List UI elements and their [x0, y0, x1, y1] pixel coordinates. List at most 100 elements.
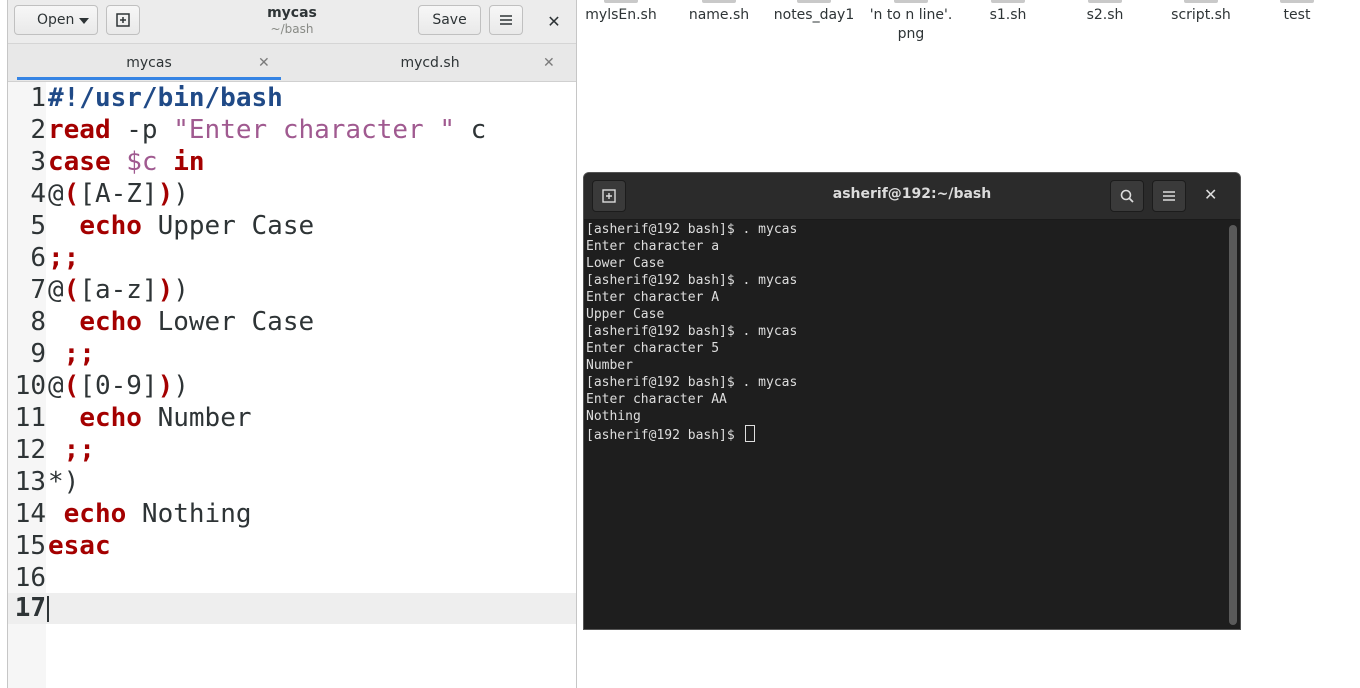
tab-close-icon[interactable]: ✕ [543, 55, 555, 71]
close-icon[interactable]: ✕ [541, 8, 567, 34]
keyword: ;; [63, 435, 95, 465]
code-segment: @ [48, 275, 64, 305]
code-text: read -p "Enter character " c [48, 114, 486, 146]
file-icon [797, 0, 831, 3]
window-title: mycas ~/bash [208, 4, 376, 37]
file-label: test [1283, 7, 1311, 23]
file-icon [604, 0, 638, 3]
code-text: @([0-9])) [48, 370, 189, 402]
file-label: script.sh [1171, 7, 1231, 23]
desktop-file-test[interactable]: test [1249, 0, 1345, 25]
menu-button[interactable] [489, 5, 523, 35]
paren: ( [63, 275, 80, 305]
desktop-file-mylsen[interactable]: mylsEn.sh [573, 0, 669, 25]
menu-button[interactable] [1152, 180, 1186, 212]
code-segment: [A-Z] [79, 179, 158, 209]
terminal-line: Enter character a [586, 239, 720, 254]
terminal-scrollbar[interactable] [1229, 225, 1237, 625]
terminal-line: Enter character A [586, 290, 720, 305]
terminal-output[interactable]: [asherif@192 bash]$ . mycas Enter charac… [586, 221, 1226, 629]
save-button[interactable]: Save [418, 5, 481, 35]
code-line: 5 echo Upper Case [8, 210, 576, 242]
tab-mycd[interactable]: mycd.sh [295, 44, 565, 82]
code-line: 13 *) [8, 466, 576, 498]
code-segment: [a-z] [79, 275, 158, 305]
header-bar: Open mycas ~/bash Save ✕ [8, 0, 576, 44]
terminal-prompt-line: [asherif@192 bash]$ [586, 425, 1226, 443]
line-number: 17 [14, 593, 46, 623]
code-text: ;; [48, 338, 95, 370]
code-segment: [0-9] [79, 371, 158, 401]
line-number: 6 [30, 243, 46, 273]
string-literal: "Enter character " [173, 115, 456, 145]
new-tab-button[interactable] [592, 180, 626, 212]
open-label: Open [37, 12, 75, 28]
code-line: 3 case $c in [8, 146, 576, 178]
paren: ) [157, 275, 174, 305]
code-text: esac [48, 531, 111, 561]
terminal-line: Nothing [586, 409, 641, 424]
terminal-header: asherif@192:~/bash ✕ [584, 173, 1240, 220]
code-text: ;; [48, 434, 95, 466]
code-text: @([A-Z])) [48, 178, 189, 210]
desktop-file-name[interactable]: name.sh [671, 0, 767, 25]
tab-close-icon[interactable]: ✕ [258, 55, 270, 71]
line-number: 3 [30, 147, 46, 177]
code-text: echo Nothing [48, 498, 252, 530]
line-number: 13 [14, 467, 46, 497]
text-caret [47, 596, 49, 622]
code-segment: Upper Case [141, 211, 315, 241]
variable: $c [110, 147, 158, 177]
code-line: 15 esac [8, 530, 576, 562]
code-line: 8 echo Lower Case [8, 306, 576, 338]
code-text: echo Number [48, 402, 252, 434]
keyword: echo [79, 403, 142, 433]
paren: ) [157, 371, 174, 401]
terminal-line: Number [586, 358, 633, 373]
gedit-window: Open mycas ~/bash Save ✕ mycas ✕ mycd.sh… [7, 0, 577, 688]
new-tab-button[interactable] [106, 5, 140, 35]
terminal-line: Upper Case [586, 307, 665, 322]
tab-bar: mycas ✕ mycd.sh ✕ [8, 44, 576, 82]
paren: ( [63, 371, 80, 401]
desktop-file-s1[interactable]: s1.sh [960, 0, 1056, 25]
code-editor[interactable]: 1 #!/usr/bin/bash 2 read -p "Enter charact… [8, 82, 576, 688]
file-label: s1.sh [989, 7, 1027, 23]
file-icon [991, 0, 1025, 3]
file-label: notes_day1 [773, 7, 855, 23]
code-text: echo Lower Case [48, 306, 314, 338]
code-line: 10 @([0-9])) [8, 370, 576, 402]
code-segment: Number [141, 403, 252, 433]
line-number: 2 [30, 115, 46, 145]
paren: ) [157, 179, 174, 209]
code-line: 14 echo Nothing [8, 498, 576, 530]
code-line: 2 read -p "Enter character " c [8, 114, 576, 146]
file-label: name.sh [688, 7, 750, 23]
hamburger-icon [500, 15, 512, 25]
file-icon [702, 0, 736, 3]
hamburger-icon [1163, 191, 1175, 201]
terminal-cursor [744, 425, 755, 442]
open-button[interactable]: Open [14, 5, 98, 35]
desktop-file-png[interactable]: 'n to n line'. png [863, 0, 959, 44]
desktop-file-notes[interactable]: notes_day1 [766, 0, 862, 25]
terminal-line: [asherif@192 bash]$ . mycas [586, 273, 798, 288]
search-button[interactable] [1110, 180, 1144, 212]
code-line: 12 ;; [8, 434, 576, 466]
document-path: ~/bash [270, 22, 314, 36]
line-number: 10 [14, 371, 46, 401]
keyword: echo [79, 307, 142, 337]
code-segment: ) [173, 179, 189, 209]
desktop-file-script[interactable]: script.sh [1153, 0, 1249, 25]
line-number: 14 [14, 499, 46, 529]
code-line: 7 @([a-z])) [8, 274, 576, 306]
close-icon[interactable]: ✕ [1204, 185, 1217, 204]
desktop-file-s2[interactable]: s2.sh [1057, 0, 1153, 25]
file-label: s2.sh [1086, 7, 1124, 23]
file-icon [1280, 0, 1314, 3]
code-segment: c [455, 115, 487, 145]
line-number: 7 [30, 275, 46, 305]
code-line: 1 #!/usr/bin/bash [8, 82, 576, 114]
